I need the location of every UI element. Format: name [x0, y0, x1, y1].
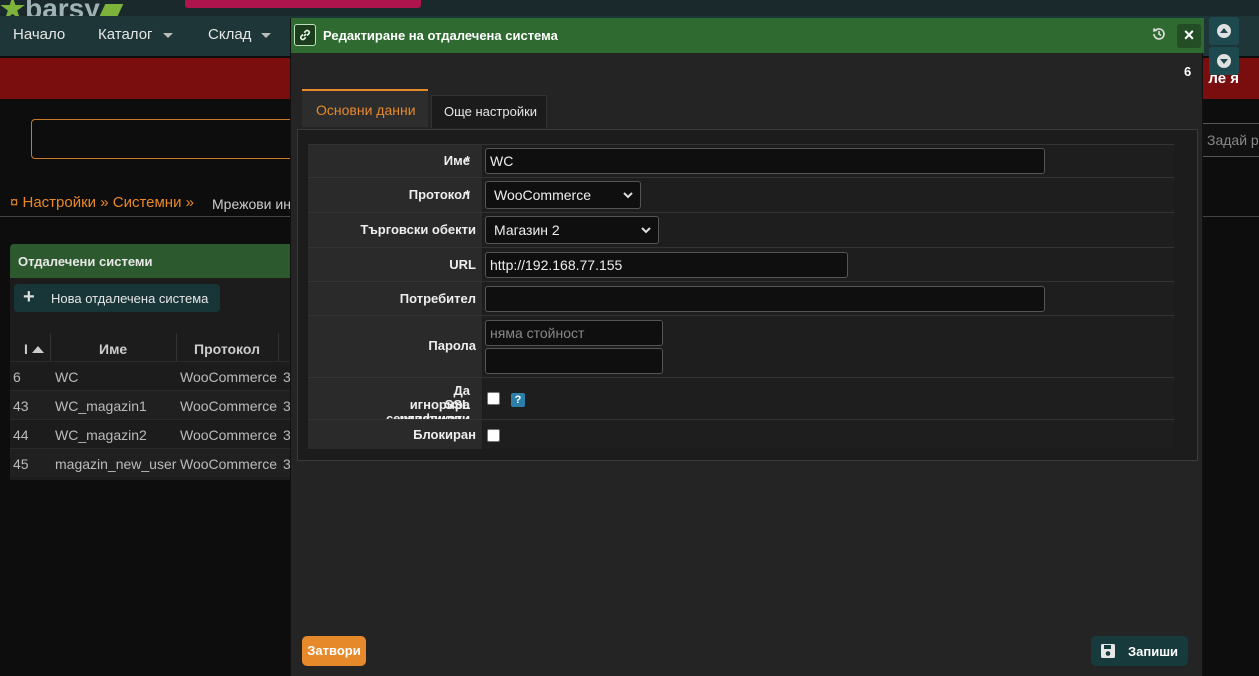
column-header-protocol[interactable]: Протокол — [194, 341, 260, 357]
tab-basic-data[interactable]: Основни данни — [302, 89, 428, 127]
top-accent-bar — [185, 0, 421, 8]
table-row[interactable]: 45 magazin_new_user WooCommerce 3 — [10, 448, 291, 477]
table-row[interactable]: 43 WC_magazin1 WooCommerce 3 — [10, 390, 291, 419]
stores-select[interactable]: Магазин 2 — [485, 216, 659, 244]
dialog-title: Редактиране на отдалечена система — [323, 28, 558, 43]
floppy-disk-icon — [1101, 644, 1115, 658]
protocol-select[interactable]: WooCommerce — [485, 181, 641, 209]
breadcrumb-current: Мрежови ин — [212, 196, 291, 212]
column-header-name[interactable]: Име — [99, 341, 127, 357]
table-row[interactable]: 44 WC_magazin2 WooCommerce 3 — [10, 419, 291, 448]
stores-label: Търговски обекти — [360, 222, 476, 237]
url-input[interactable]: http://192.168.77.155 — [485, 252, 848, 278]
chevron-down-icon — [641, 227, 651, 234]
password-label: Парола — [428, 338, 476, 353]
chevron-down-icon — [623, 192, 633, 199]
form-row-protocol: Протокол * WooCommerce — [308, 177, 1174, 212]
user-label: Потребител — [399, 291, 476, 306]
nav-item-warehouse[interactable]: Склад — [208, 26, 272, 43]
link-icon — [294, 24, 316, 46]
password-input[interactable]: няма стойност — [485, 320, 663, 346]
plus-icon: + — [23, 286, 35, 308]
divider — [0, 216, 290, 217]
divider — [1203, 216, 1259, 217]
form-row-password: Парола няма стойност — [308, 315, 1174, 377]
form-row-ssl: Да игнорира невалидни SSL сертификати ? — [308, 377, 1174, 426]
arrow-up-icon — [1217, 24, 1231, 38]
close-button[interactable]: Затвори — [302, 636, 366, 666]
ignore-ssl-checkbox[interactable] — [487, 392, 500, 405]
close-icon[interactable]: × — [1177, 24, 1201, 48]
chevron-down-icon — [162, 32, 173, 38]
form-row-stores: Търговски обекти Магазин 2 — [308, 212, 1174, 247]
form-row-url: URL http://192.168.77.155 — [308, 247, 1174, 281]
dialog-header: Редактиране на отдалечена система × — [291, 18, 1204, 53]
edit-remote-system-dialog: Редактиране на отдалечена система × 6 Ос… — [290, 18, 1204, 676]
list-panel-header: Отдалечени системи — [10, 244, 290, 278]
column-header-id[interactable]: I — [24, 341, 44, 357]
help-icon[interactable]: ? — [511, 393, 525, 407]
scroll-down-button[interactable] — [1209, 47, 1239, 75]
secondary-search-input[interactable]: Задай р — [1200, 123, 1259, 157]
url-label: URL — [449, 257, 476, 272]
form-row-name: Име * WC — [308, 144, 1174, 177]
form-row-user: Потребител — [308, 281, 1174, 315]
chevron-down-icon — [261, 32, 272, 38]
name-input[interactable]: WC — [485, 148, 1045, 174]
arrow-down-icon — [1217, 54, 1231, 68]
blocked-label: Блокиран — [413, 427, 476, 442]
nav-item-catalog[interactable]: Каталог — [98, 26, 173, 43]
table-header: I Име Протокол — [10, 333, 290, 361]
save-button[interactable]: Запиши — [1091, 636, 1188, 666]
breadcrumb[interactable]: ¤ Настройки » Системни » — [10, 194, 194, 211]
table-row[interactable]: 6 WC WooCommerce 3 — [10, 361, 291, 390]
new-remote-system-button[interactable]: + Нова отдалечена система — [14, 284, 220, 312]
nav-item-home[interactable]: Начало — [13, 26, 65, 43]
password-repeat-input[interactable] — [485, 348, 663, 374]
main-search-input[interactable] — [31, 119, 301, 159]
blocked-checkbox[interactable] — [487, 429, 500, 442]
edit-form: Име * WC Протокол * WooCommerce Търговски … — [297, 129, 1198, 461]
app-logo[interactable]: ★barsy — [0, 0, 124, 24]
form-row-blocked: Блокиран — [308, 419, 1174, 449]
sort-up-icon — [31, 346, 44, 353]
tab-more-settings[interactable]: Още настройки — [431, 95, 547, 128]
record-id: 6 — [1184, 64, 1192, 79]
history-icon[interactable] — [1151, 26, 1169, 44]
user-input[interactable] — [485, 286, 1045, 312]
scroll-up-button[interactable] — [1209, 17, 1239, 45]
